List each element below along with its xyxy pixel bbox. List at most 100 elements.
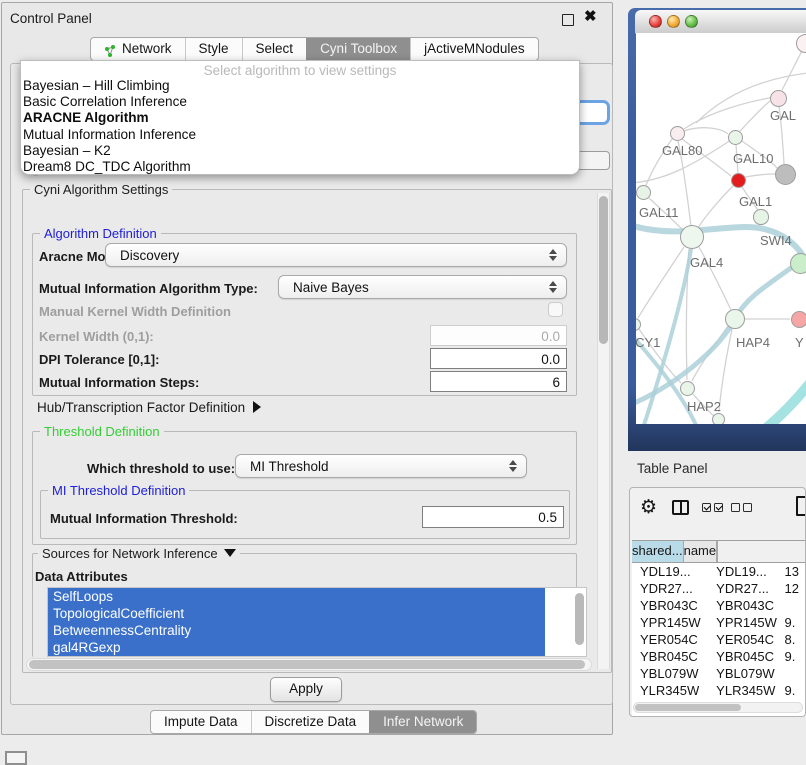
columns-icon[interactable] <box>672 500 689 515</box>
list-vertical-scrollbar[interactable] <box>575 593 584 645</box>
table-row[interactable]: YLR345W YLR345W 9. <box>632 682 805 699</box>
cell-name: YDL19... <box>710 563 779 580</box>
docked-panel-icon[interactable] <box>5 751 27 765</box>
node-label: Y <box>795 335 804 350</box>
attribute-item[interactable]: TopologicalCoefficient <box>48 605 545 622</box>
network-node[interactable] <box>775 164 796 185</box>
network-canvas[interactable]: GALGAL80GAL10GAL1GAL11SWI4GAL4GCY1HAP4YH… <box>636 33 806 424</box>
algorithm-option[interactable]: Bayesian – Hill Climbing <box>21 78 579 94</box>
deselect-all-columns-icon[interactable] <box>731 503 752 512</box>
node-label: GAL80 <box>662 143 702 158</box>
expand-arrow-icon <box>253 401 261 413</box>
control-panel-title: Control Panel <box>10 11 92 26</box>
network-node[interactable] <box>712 413 725 425</box>
export-table-icon[interactable] <box>796 496 806 516</box>
table-row[interactable]: YBL079W YBL079W <box>632 665 805 682</box>
sources-group-title[interactable]: Sources for Network Inference <box>38 546 240 561</box>
hub-section-header[interactable]: Hub/Transcription Factor Definition <box>37 400 261 415</box>
network-node[interactable] <box>670 126 685 141</box>
zoom-window-icon[interactable] <box>685 15 698 28</box>
mi-threshold-field[interactable]: 0.5 <box>422 506 564 528</box>
table-panel-window: ⚙ shared...name YDL19... YDL19... 13 YDR… <box>629 487 806 717</box>
select-all-columns-icon[interactable] <box>702 503 723 512</box>
mi-steps-field[interactable]: 6 <box>430 371 567 392</box>
table-row[interactable]: YDL19... YDL19... 13 <box>632 563 805 580</box>
minimize-window-icon[interactable] <box>667 15 680 28</box>
table-horizontal-scrollbar[interactable] <box>633 702 803 713</box>
gear-icon[interactable]: ⚙ <box>640 496 657 518</box>
stepper-arrows-icon <box>509 460 517 472</box>
tab-item[interactable]: Select <box>242 38 307 60</box>
network-node[interactable] <box>680 381 695 396</box>
table-row[interactable]: YER054C YER054C 8. <box>632 631 805 648</box>
settings-horizontal-scrollbar[interactable] <box>26 658 592 671</box>
algorithm-dropdown-popup: Select algorithm to view settings Bayesi… <box>20 60 580 175</box>
which-threshold-combobox[interactable]: MI Threshold <box>235 454 527 478</box>
mi-steps-label: Mutual Information Steps: <box>39 375 199 390</box>
mi-threshold-group-title: MI Threshold Definition <box>48 483 189 498</box>
network-node[interactable] <box>790 253 806 274</box>
cell-value: 9. <box>780 648 805 665</box>
close-window-icon[interactable] <box>649 15 662 28</box>
algorithm-option[interactable]: ARACNE Algorithm <box>21 110 579 126</box>
tab-item[interactable]: Network <box>91 38 185 60</box>
table-row[interactable]: YBR045C YBR045C 9. <box>632 648 805 665</box>
network-node[interactable] <box>636 185 651 200</box>
algorithm-option[interactable]: Mutual Information Inference <box>21 127 579 143</box>
network-tab-icon <box>104 43 117 56</box>
scrollbar-thumb[interactable] <box>29 660 585 669</box>
mi-type-combobox[interactable]: Naive Bayes <box>278 275 567 299</box>
network-node[interactable] <box>680 225 704 249</box>
network-node[interactable] <box>791 311 806 328</box>
table-row[interactable]: YPR145W YPR145W 9. <box>632 614 805 631</box>
tab-item[interactable]: Infer Network <box>369 711 476 733</box>
network-node[interactable] <box>731 173 746 188</box>
scrollbar-thumb[interactable] <box>599 196 608 344</box>
hub-section-label: Hub/Transcription Factor Definition <box>37 400 245 415</box>
table-row[interactable]: YBR043C YBR043C <box>632 597 805 614</box>
close-panel-icon[interactable]: ✖ <box>584 7 597 27</box>
column-header[interactable] <box>717 541 718 562</box>
cell-name: YPR145W <box>710 614 779 631</box>
cell-value: 9. <box>780 614 805 631</box>
manual-kernel-label: Manual Kernel Width Definition <box>39 304 231 319</box>
network-window-titlebar[interactable] <box>635 10 806 34</box>
kernel-width-field[interactable]: 0.0 <box>430 325 567 346</box>
node-label: HAP2 <box>687 399 721 414</box>
algorithm-option[interactable]: Bayesian – K2 <box>21 143 579 159</box>
tab-item[interactable]: jActiveMNodules <box>410 38 538 60</box>
tab-item[interactable]: Cyni Toolbox <box>306 38 410 60</box>
threshold-definition-title: Threshold Definition <box>40 424 164 439</box>
network-node[interactable] <box>728 130 743 145</box>
attribute-item[interactable]: SelfLoops <box>48 588 545 605</box>
apply-button[interactable]: Apply <box>270 677 342 702</box>
node-label: SWI4 <box>760 233 792 248</box>
attribute-item[interactable]: BetweennessCentrality <box>48 622 545 639</box>
manual-kernel-checkbox[interactable] <box>548 302 563 317</box>
dpi-tolerance-field[interactable]: 0.0 <box>430 348 567 369</box>
network-node[interactable] <box>753 209 768 224</box>
network-node[interactable] <box>770 90 787 107</box>
aracne-mode-combobox[interactable]: Discovery <box>105 243 567 267</box>
tab-item[interactable]: Style <box>185 38 242 60</box>
cell-name: YDR27... <box>710 580 779 597</box>
algorithm-option[interactable]: Dream8 DC_TDC Algorithm <box>21 159 579 175</box>
scrollbar-thumb[interactable] <box>635 704 741 711</box>
tab-item[interactable]: Impute Data <box>151 711 251 733</box>
attribute-item[interactable]: gal4RGexp <box>48 639 545 656</box>
algorithm-option[interactable]: Basic Correlation Inference <box>21 94 579 110</box>
node-table: shared...name YDL19... YDL19... 13 YDR27… <box>632 540 805 716</box>
node-label: GCY1 <box>636 335 660 350</box>
cell-shared-name: YDL19... <box>632 563 710 580</box>
table-row[interactable]: YDR27... YDR27... 12 <box>632 580 805 597</box>
float-window-icon[interactable] <box>562 14 574 26</box>
network-node[interactable] <box>725 309 745 329</box>
which-threshold-value: MI Threshold <box>250 459 329 474</box>
column-header[interactable]: shared... <box>632 541 684 562</box>
data-attributes-label: Data Attributes <box>35 569 128 584</box>
aracne-mode-value: Discovery <box>120 248 179 263</box>
column-header[interactable]: name <box>684 541 718 562</box>
settings-vertical-scrollbar[interactable] <box>597 193 610 669</box>
control-panel-tabs: Network Style Select Cyni Toolbox jActiv… <box>90 37 539 61</box>
tab-item[interactable]: Discretize Data <box>251 711 370 733</box>
